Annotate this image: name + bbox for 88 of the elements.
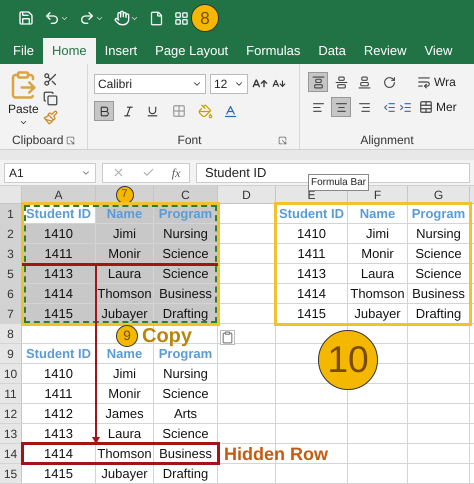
font-size-field[interactable]: 12 bbox=[210, 74, 248, 94]
row-heading[interactable]: 11 bbox=[0, 384, 22, 403]
column-heading[interactable]: 7 bbox=[96, 186, 154, 203]
column-heading[interactable]: G bbox=[408, 186, 470, 203]
column-heading[interactable]: E bbox=[276, 186, 348, 203]
ribbon-tab[interactable]: Page Layout bbox=[146, 38, 238, 64]
table-cell: Drafting bbox=[154, 304, 218, 323]
tooltip: Formula Bar bbox=[308, 174, 370, 191]
grid-icon[interactable] bbox=[174, 10, 189, 26]
bold-icon bbox=[98, 104, 110, 118]
row-heading[interactable]: 8 bbox=[0, 324, 22, 343]
dialog-launcher-icon[interactable] bbox=[66, 136, 75, 144]
table-cell: Jimi bbox=[96, 224, 154, 243]
bold-button[interactable] bbox=[94, 101, 114, 121]
align-left-icon bbox=[312, 100, 324, 114]
underline-icon bbox=[146, 104, 158, 118]
table-cell: Business bbox=[154, 284, 218, 303]
ribbon-tab[interactable]: Data bbox=[309, 38, 355, 64]
horizontal-align-button[interactable] bbox=[331, 97, 351, 117]
ribbon-tab[interactable]: File bbox=[4, 38, 43, 64]
row-heading[interactable]: 15 bbox=[0, 464, 22, 483]
table-cell: Thomson bbox=[96, 284, 154, 303]
fill-color-icon[interactable] bbox=[198, 104, 213, 118]
row-heading[interactable]: 13 bbox=[0, 424, 22, 443]
touch-mode-icon[interactable] bbox=[114, 10, 130, 26]
font-name-field[interactable]: Calibri bbox=[94, 74, 206, 94]
ribbon-tab[interactable]: Home bbox=[42, 38, 96, 64]
group-label: Alignment bbox=[360, 132, 414, 149]
column-heading[interactable]: A bbox=[22, 186, 96, 203]
decrease-indent-icon[interactable] bbox=[383, 100, 396, 114]
table-cell: Jubayer bbox=[96, 304, 154, 323]
row-heading[interactable]: 3 bbox=[0, 244, 22, 263]
wrap-text-icon[interactable] bbox=[417, 75, 431, 89]
column-header-cell: Student ID bbox=[276, 204, 348, 223]
vertical-align-button[interactable] bbox=[308, 72, 328, 92]
ribbon-tab[interactable]: Insert bbox=[96, 38, 146, 64]
merge-icon[interactable] bbox=[419, 100, 433, 114]
row-heading[interactable]: 10 bbox=[0, 364, 22, 383]
align-middle-icon bbox=[334, 76, 348, 88]
group-label: Font bbox=[177, 132, 202, 149]
column-heading[interactable]: D bbox=[218, 186, 276, 203]
ribbon-tab[interactable]: Formulas bbox=[237, 38, 310, 64]
insert-function-button[interactable]: fx bbox=[172, 164, 180, 182]
new-file-icon[interactable] bbox=[149, 10, 164, 26]
hidden-row-label: Hidden Row bbox=[224, 443, 328, 466]
column-heading[interactable]: C bbox=[154, 186, 218, 203]
name-box[interactable]: A1 bbox=[4, 162, 96, 182]
redo-icon[interactable] bbox=[79, 10, 95, 26]
save-icon[interactable] bbox=[18, 10, 34, 26]
ribbon-tab[interactable]: View bbox=[415, 38, 462, 64]
align-right-icon bbox=[358, 100, 370, 114]
font-color-icon[interactable] bbox=[223, 104, 238, 118]
dialog-launcher-icon[interactable] bbox=[278, 136, 287, 144]
align-bottom-icon bbox=[358, 76, 370, 88]
step-badge: 8 bbox=[191, 4, 219, 32]
row-heading[interactable]: 12 bbox=[0, 404, 22, 423]
row-heading[interactable]: 2 bbox=[0, 224, 22, 243]
orientation-icon[interactable] bbox=[383, 76, 396, 88]
row-heading[interactable]: 7 bbox=[0, 304, 22, 323]
row-heading[interactable]: 5 bbox=[0, 264, 22, 283]
italic-icon bbox=[122, 104, 134, 118]
row-heading[interactable]: 14 bbox=[0, 444, 22, 463]
merge-label[interactable]: Mer bbox=[436, 98, 457, 116]
increase-indent-icon[interactable] bbox=[399, 100, 412, 114]
paste-button[interactable]: Paste bbox=[8, 70, 39, 131]
table-cell: Science bbox=[154, 244, 218, 263]
caret-icon bbox=[18, 118, 28, 127]
wrap-text-label[interactable]: Wra bbox=[434, 73, 456, 91]
undo-icon[interactable] bbox=[44, 10, 60, 26]
table-cell: Nursing bbox=[154, 224, 218, 243]
row-heading[interactable]: 9 bbox=[0, 344, 22, 363]
row-heading[interactable]: 1 bbox=[0, 204, 22, 223]
group-label: Clipboard bbox=[12, 132, 64, 149]
table-cell: 1410 bbox=[22, 224, 96, 243]
table-cell: 1411 bbox=[22, 244, 96, 263]
cut-icon[interactable] bbox=[42, 72, 58, 87]
copy-icon[interactable] bbox=[42, 91, 58, 106]
align-center-icon bbox=[334, 100, 348, 114]
copy-label: Copy bbox=[142, 326, 192, 346]
paste-options-icon[interactable] bbox=[220, 330, 235, 345]
table-cell: Thomson bbox=[348, 284, 408, 303]
align-top-icon bbox=[312, 76, 324, 88]
row-heading[interactable]: 6 bbox=[0, 284, 22, 303]
column-heading[interactable]: F bbox=[348, 186, 408, 203]
ribbon-tab[interactable]: Review bbox=[354, 38, 416, 64]
table-cell: 1414 bbox=[22, 284, 96, 303]
borders-icon[interactable] bbox=[172, 104, 186, 118]
table-cell: Monir bbox=[96, 244, 154, 263]
